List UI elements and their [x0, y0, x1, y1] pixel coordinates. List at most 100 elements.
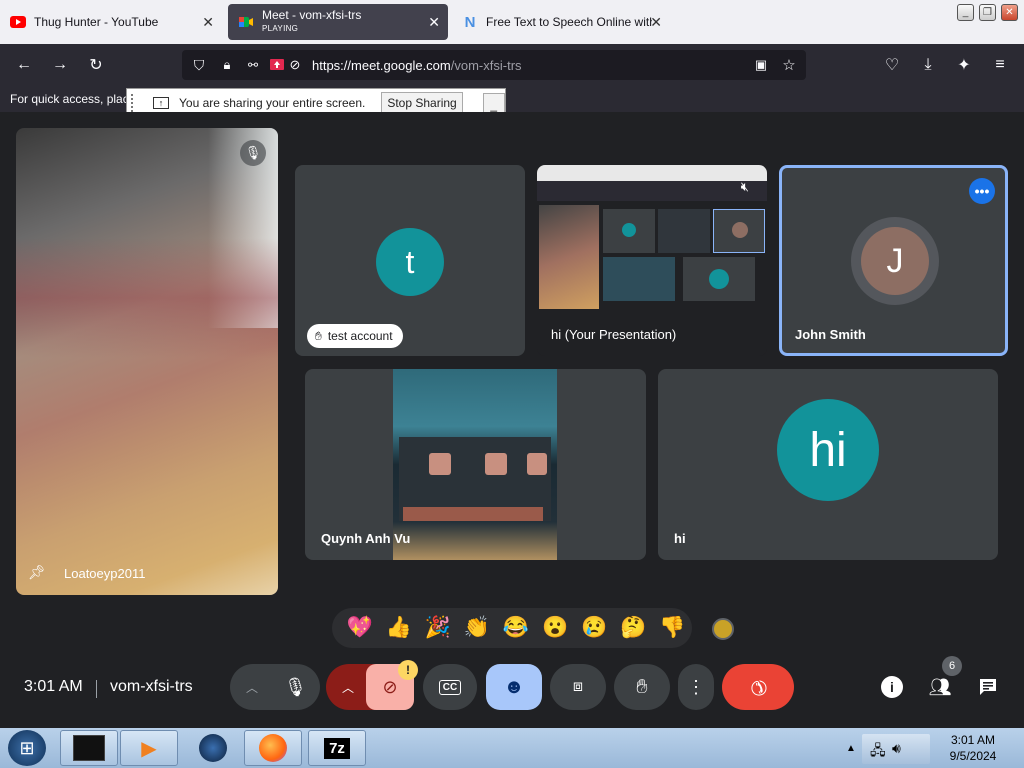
bookmark-star-icon[interactable]: ☆ [778, 54, 800, 76]
reaction-thumbs-up[interactable]: 👍 [379, 616, 418, 640]
close-icon[interactable]: ✕ [650, 14, 662, 31]
reaction-laugh[interactable]: 😂 [496, 616, 535, 640]
pin-icon[interactable]: 📌︎ [28, 564, 46, 581]
system-tray: 🖧︎ 🔊︎ [862, 734, 930, 764]
people-icon[interactable]: 👥︎ [927, 674, 953, 700]
participant-tile-quynh-anh-vu[interactable]: Quynh Anh Vu [305, 369, 646, 560]
pocket-icon[interactable]: ♡ [881, 54, 903, 76]
tracking-blocked-icon[interactable]: ⊘ [284, 54, 306, 76]
participant-tile-john-smith[interactable]: J ••• John Smith [779, 165, 1008, 356]
network-icon[interactable]: 🖧︎ [870, 740, 886, 764]
url-text[interactable]: https://meet.google.com/vom-xfsi-trs [312, 58, 522, 73]
stop-sharing-button[interactable]: Stop Sharing [381, 92, 463, 114]
shared-screen-preview [537, 181, 767, 201]
minimize-window-icon[interactable]: _ [957, 4, 974, 21]
participant-tile-test-account[interactable]: t ✋︎ test account [295, 165, 525, 356]
menu-icon[interactable]: ≡ [989, 54, 1011, 76]
raised-hand-chip: ✋︎ test account [307, 324, 403, 348]
emoji-icon: ☻ [503, 675, 525, 698]
reaction-surprised[interactable]: 😮 [536, 616, 575, 640]
bookmark-hint: For quick access, plac [10, 92, 128, 106]
drag-handle-icon[interactable] [131, 94, 141, 112]
present-button[interactable]: ⧈ [550, 664, 606, 710]
more-vert-icon: ⋮ [687, 676, 705, 697]
firefox-icon [259, 734, 287, 762]
meeting-info-icon[interactable]: i [879, 674, 905, 700]
tab-title: Free Text to Speech Online with [486, 15, 652, 29]
taskbar-app-terminal[interactable] [60, 730, 118, 766]
avatar: t [376, 228, 444, 296]
raise-hand-button[interactable]: ✋︎ [614, 664, 670, 710]
presentation-tile[interactable]: 🔇︎ hi (Your Presentation) [537, 165, 767, 356]
reaction-party[interactable]: 🎉 [418, 616, 457, 640]
tab-playing-label: PLAYING [262, 24, 299, 33]
taskbar-app-7zip[interactable]: 7z [308, 730, 366, 766]
url-host: https://meet.google.com [312, 58, 451, 73]
participant-name: Quynh Anh Vu [321, 531, 411, 546]
extensions-icon[interactable]: ✦ [953, 54, 975, 76]
video-blur-region [16, 238, 278, 358]
shared-screen-preview [603, 257, 675, 301]
browser-toolbar: ← → ↻ ⛉ 🔒︎ ⚯ ⊘ https://meet.google.com/v… [0, 44, 1024, 86]
camera-warning-badge: ! [398, 660, 418, 680]
reload-icon[interactable]: ↻ [85, 54, 107, 76]
tab-meet[interactable]: Meet - vom-xfsi-trs PLAYING ✕ [228, 4, 448, 40]
chevron-up-icon[interactable]: ︿ [342, 679, 354, 696]
skin-tone-picker[interactable] [712, 618, 734, 640]
pinned-video-tile[interactable]: 🎙︎ 📌︎ Loatoeyp2011 [16, 128, 278, 595]
forward-icon[interactable]: → [49, 54, 71, 76]
terminal-icon [73, 735, 105, 761]
n-logo-icon: N [464, 13, 476, 31]
reader-view-icon[interactable]: ▣ [750, 54, 772, 76]
captions-button[interactable]: CC [423, 664, 477, 710]
more-options-button[interactable]: ⋮ [678, 664, 714, 710]
browser-tab-strip: Thug Hunter - YouTube ✕ Meet - vom-xfsi-… [0, 0, 1024, 44]
chevron-up-icon[interactable]: ︿ [246, 679, 258, 696]
system-date: 9/5/2024 [949, 749, 997, 763]
show-hidden-icons-icon[interactable]: ▲ [840, 728, 862, 768]
close-icon[interactable]: ✕ [202, 14, 214, 31]
start-button[interactable]: ⊞ [4, 728, 56, 768]
microphone-icon[interactable]: 🎙︎ [284, 677, 307, 698]
reactions-button[interactable]: ☻ [486, 664, 542, 710]
reaction-sad[interactable]: 😢 [575, 616, 614, 640]
tab-youtube[interactable]: Thug Hunter - YouTube ✕ [0, 4, 222, 40]
muted-speaker-icon: 🔇︎ [740, 179, 749, 194]
reaction-heart[interactable]: 💖 [340, 616, 379, 640]
people-count-badge: 6 [942, 656, 962, 676]
participant-name: hi (Your Presentation) [551, 327, 677, 342]
hide-banner-button[interactable]: _ [482, 93, 505, 113]
tab-title: Meet - vom-xfsi-trs [262, 8, 362, 22]
participant-name: hi [674, 531, 686, 546]
leave-call-button[interactable]: ✆ [722, 664, 794, 710]
reaction-thinking[interactable]: 🤔 [614, 616, 653, 640]
taskbar-app-media-player[interactable]: ▶ [120, 730, 178, 766]
tab-tts[interactable]: N Free Text to Speech Online with ✕ [452, 4, 668, 40]
lock-icon[interactable]: 🔒︎ [216, 54, 238, 76]
back-icon[interactable]: ← [13, 54, 35, 76]
permissions-icon[interactable]: ⚯ [242, 54, 264, 76]
volume-icon[interactable]: 🔊︎ [892, 740, 901, 757]
url-bar[interactable]: ⛉ 🔒︎ ⚯ ⊘ https://meet.google.com/vom-xfs… [182, 50, 806, 80]
participant-tile-hi[interactable]: hi hi [658, 369, 998, 560]
system-time: 3:01 AM [950, 733, 996, 747]
present-screen-icon: ⧈ [572, 678, 584, 695]
hang-up-icon: ✆ [743, 672, 772, 701]
close-window-icon[interactable]: ✕ [1001, 4, 1018, 21]
system-clock[interactable]: 3:01 AM 9/5/2024 [940, 732, 1006, 764]
restore-window-icon[interactable]: ❐ [979, 4, 996, 21]
reaction-clap[interactable]: 👏 [457, 616, 496, 640]
more-options-icon[interactable]: ••• [969, 178, 995, 204]
chat-icon[interactable] [975, 674, 1001, 700]
avatar-ring: J [851, 217, 939, 305]
avatar: hi [777, 399, 879, 501]
reactions-bar: 💖 👍 🎉 👏 😂 😮 😢 🤔 👎 [332, 608, 692, 648]
reaction-thumbs-down[interactable]: 👎 [653, 616, 692, 640]
close-icon[interactable]: ✕ [428, 14, 440, 31]
taskbar-app-globe[interactable] [184, 730, 242, 766]
taskbar-app-firefox[interactable] [244, 730, 302, 766]
mic-off-icon: 🎙︎ [240, 140, 266, 166]
downloads-icon[interactable]: ⤓ [917, 54, 939, 76]
url-path: /vom-xfsi-trs [450, 58, 522, 73]
shield-icon[interactable]: ⛉ [188, 54, 210, 76]
